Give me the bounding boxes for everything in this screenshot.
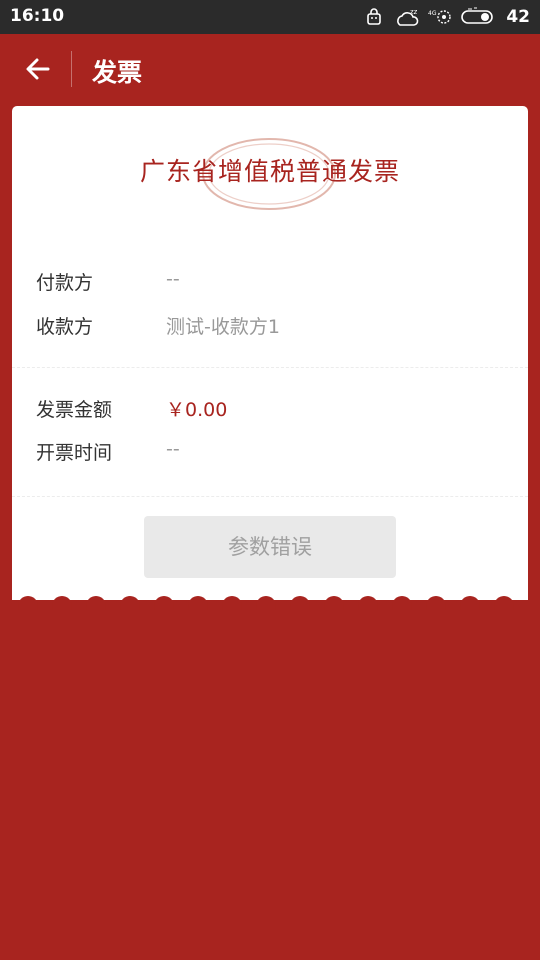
section-divider (12, 496, 528, 497)
payee-value: 测试-收款方1 (166, 316, 280, 338)
issue-time-label: 开票时间 (36, 442, 113, 464)
amount-label: 发票金额 (36, 399, 113, 421)
payer-label: 付款方 (36, 272, 94, 294)
scallop-notch (120, 596, 140, 610)
signal-4g-icon: 4G (428, 7, 452, 27)
back-button[interactable] (12, 49, 60, 89)
scallop-notch (324, 596, 344, 610)
status-bar: 16:10 zz 4G 42 (0, 0, 540, 34)
scallop-notch (18, 596, 38, 610)
scallop-notch (494, 596, 514, 610)
scalloped-edge (12, 596, 528, 610)
invoice-card: 广东省增值税普通发票 付款方 -- 收款方 测试-收款方1 发票金额 ￥0.00… (12, 106, 528, 600)
weather-sleep-icon: zz (396, 7, 420, 27)
scallop-notch (256, 596, 276, 610)
app-bar: 发票 (0, 34, 540, 104)
scallop-notch (222, 596, 242, 610)
payer-row: 付款方 -- (12, 264, 528, 298)
scallop-notch (52, 596, 72, 610)
amount-value: ￥0.00 (166, 399, 228, 421)
issue-time-value: -- (166, 438, 180, 460)
invoice-title: 广东省增值税普通发票 (139, 157, 400, 186)
amount-row: 发票金额 ￥0.00 (12, 391, 528, 425)
page-title: 发票 (92, 58, 143, 87)
battery-icon (460, 7, 496, 27)
payer-value: -- (166, 268, 180, 290)
scallop-notch (290, 596, 310, 610)
scallop-notch (426, 596, 446, 610)
scallop-notch (392, 596, 412, 610)
status-icons: zz 4G 42 (364, 5, 530, 29)
battery-level: 42 (506, 7, 530, 27)
issue-time-row: 开票时间 -- (12, 434, 528, 468)
svg-text:zz: zz (410, 8, 418, 16)
scallop-notch (188, 596, 208, 610)
notification-bag-icon (364, 7, 388, 27)
scallop-notch (358, 596, 378, 610)
arrow-left-icon (26, 58, 50, 80)
payee-row: 收款方 测试-收款方1 (12, 308, 528, 342)
scallop-notch (86, 596, 106, 610)
app-bar-divider (71, 51, 72, 87)
payee-label: 收款方 (36, 316, 94, 338)
svg-text:4G: 4G (428, 10, 437, 17)
scallop-notch (460, 596, 480, 610)
scallop-notch (154, 596, 174, 610)
error-action-button[interactable]: 参数错误 (144, 516, 396, 578)
section-divider (12, 367, 528, 368)
invoice-header: 广东省增值税普通发票 (12, 136, 528, 210)
status-time: 16:10 (10, 6, 65, 26)
